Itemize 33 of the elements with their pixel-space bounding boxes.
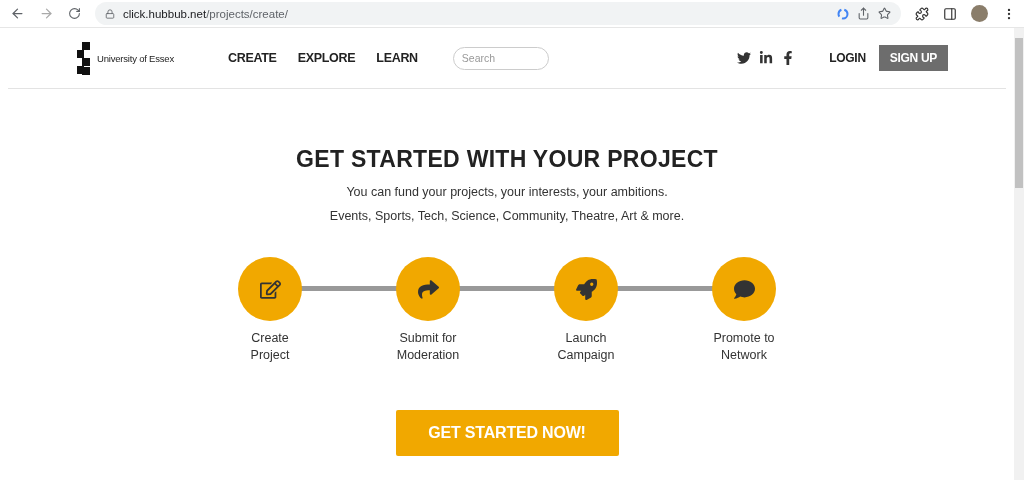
colored-ring-icon[interactable] [837, 7, 849, 20]
nav-link[interactable]: CREATE [228, 51, 277, 65]
step-label: Promote to Network [713, 330, 775, 364]
intro-text: You can fund your projects, your interests, your ambitions. [346, 185, 668, 199]
address-bar[interactable]: click.hubbub.net/projects/create/ [95, 2, 901, 25]
step-label: Create Project [250, 330, 290, 364]
rocket-icon [575, 278, 597, 300]
speech-bubble-icon [733, 278, 755, 300]
side-panel-icon[interactable] [943, 6, 957, 21]
logo-icon [77, 41, 91, 75]
page-title: GET STARTED WITH YOUR PROJECT [296, 146, 718, 173]
scrollbar-thumb[interactable] [1015, 38, 1023, 188]
star-icon[interactable] [878, 7, 891, 20]
edit-icon [259, 278, 281, 300]
share-arrow-icon [417, 278, 439, 300]
twitter-icon[interactable] [737, 51, 752, 65]
linkedin-icon[interactable] [759, 51, 774, 65]
step-label: Submit for Moderation [396, 330, 460, 364]
login-link[interactable]: LOGIN [829, 51, 866, 65]
back-icon[interactable] [10, 6, 25, 21]
lock-icon [105, 8, 115, 19]
nav-link[interactable]: EXPLORE [297, 51, 356, 65]
avatar[interactable] [971, 5, 988, 22]
signup-button[interactable]: SIGN UP [878, 45, 948, 71]
search-field[interactable]: Search [452, 46, 549, 70]
puzzle-icon[interactable] [915, 6, 929, 21]
nav-link[interactable]: LEARN [376, 51, 418, 65]
step-label: Launch Campaign [557, 330, 615, 364]
share-icon[interactable] [857, 7, 870, 20]
reload-icon[interactable] [68, 7, 81, 20]
logo-text: University of Essex [97, 52, 174, 64]
url-text: click.hubbub.net/projects/create/ [123, 7, 288, 20]
intro-text: Events, Sports, Tech, Science, Community, Theatre, Art & more. [329, 209, 685, 223]
